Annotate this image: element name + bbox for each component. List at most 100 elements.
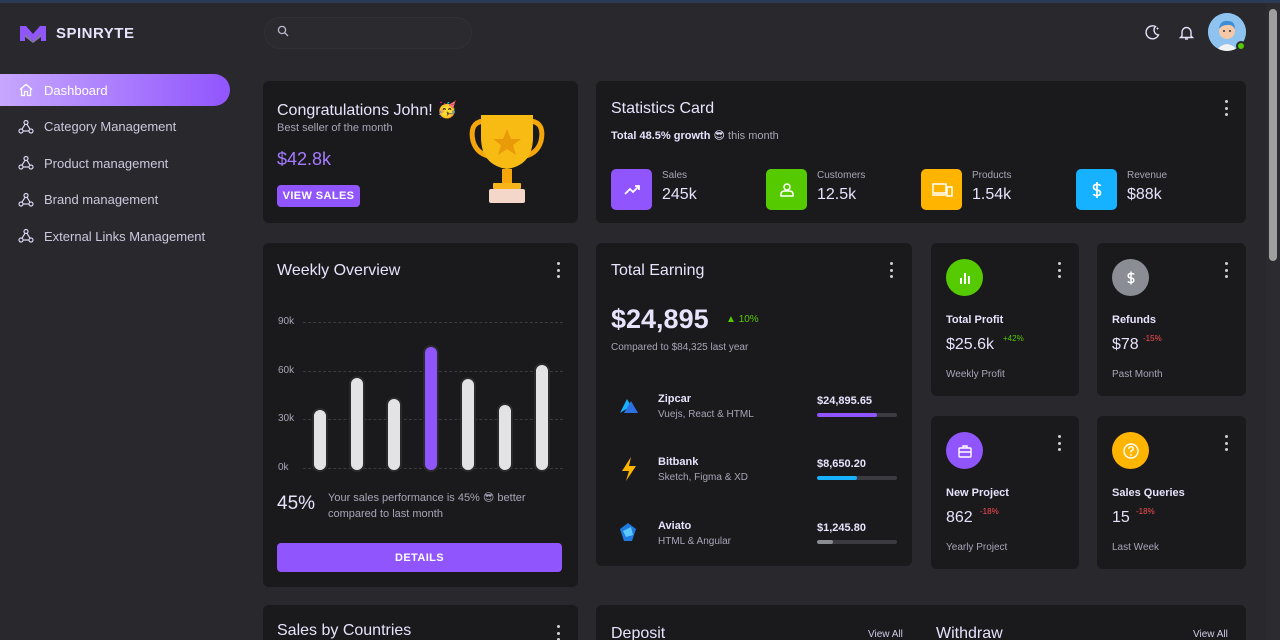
- search-bar[interactable]: [264, 17, 472, 49]
- page-scrollbar[interactable]: [1266, 3, 1280, 640]
- growth-rest: this month: [728, 130, 779, 142]
- card-value: $25.6k: [946, 336, 995, 353]
- card-subtitle: Weekly Profit: [946, 369, 1005, 380]
- aviato-logo-icon: [617, 521, 639, 548]
- chart-bar[interactable]: [534, 362, 551, 472]
- stat-value: 245k: [662, 186, 697, 203]
- chart-bar[interactable]: [385, 396, 402, 472]
- deposit-title: Deposit: [611, 625, 666, 640]
- y-tick-label: 30k: [278, 413, 295, 425]
- sidebar-item-label: Category Management: [44, 119, 177, 134]
- growth-emoji: 😎: [713, 130, 725, 142]
- earning-amount: $24,895: [611, 304, 709, 334]
- chart-bar[interactable]: [497, 403, 514, 472]
- chart-bar[interactable]: [348, 375, 365, 472]
- sidebar-item-label: Dashboard: [44, 82, 108, 98]
- earning-item-tech: HTML & Angular: [658, 536, 731, 547]
- sidebar-item-product-management[interactable]: Product management: [0, 147, 230, 179]
- card-delta: -15%: [1143, 334, 1162, 343]
- notifications-bell-icon[interactable]: [1176, 22, 1196, 42]
- search-icon: [277, 24, 289, 42]
- y-tick-label: 90k: [278, 316, 295, 327]
- card-subtitle: Yearly Project: [946, 542, 1008, 553]
- help-circle-icon: [1112, 432, 1149, 469]
- performance-percent: 45%: [277, 493, 316, 514]
- online-status-dot: [1236, 41, 1246, 51]
- trophy-icon: [469, 115, 545, 203]
- more-options-icon[interactable]: [888, 262, 894, 278]
- stat-label: Products: [972, 170, 1012, 181]
- dollar-icon: [1076, 169, 1117, 210]
- chart-bar[interactable]: [423, 344, 439, 472]
- total-earning-card: Total Earning $24,895 ▲ 10% Compared to …: [596, 243, 912, 566]
- card-title: Refunds: [1112, 314, 1156, 326]
- card-subtitle: Past Month: [1112, 369, 1163, 380]
- more-options-icon[interactable]: [1056, 262, 1062, 278]
- details-button[interactable]: DETAILS: [277, 543, 562, 572]
- scrollbar-thumb[interactable]: [1269, 9, 1277, 261]
- home-icon: [18, 82, 34, 98]
- earning-item-bitbank[interactable]: Bitbank Sketch, Figma & XD $8,650.20: [612, 452, 898, 492]
- brand-logo[interactable]: SPINRYTE: [18, 23, 134, 43]
- earning-item-name: Aviato: [658, 520, 692, 532]
- stat-revenue: Revenue $88k: [1076, 169, 1167, 210]
- theme-toggle-moon-icon[interactable]: [1142, 22, 1162, 42]
- card-title: Sales Queries: [1112, 487, 1185, 499]
- chart-bar[interactable]: [311, 407, 328, 472]
- growth-bold: Total 48.5% growth: [611, 130, 711, 142]
- user-icon: [766, 169, 807, 210]
- growth-text: Total 48.5% growth 😎 this month: [611, 129, 779, 142]
- share-icon: [18, 119, 34, 135]
- card-delta: -18%: [1136, 507, 1155, 516]
- stat-value: $88k: [1127, 186, 1162, 203]
- performance-text: Your sales performance is 45% 😎 better c…: [328, 490, 526, 522]
- share-icon: [18, 228, 34, 244]
- total-profit-card: Total Profit $25.6k +42% Weekly Profit: [931, 243, 1079, 396]
- statistics-title: Statistics Card: [611, 100, 715, 117]
- withdraw-view-all-link[interactable]: View All: [1193, 629, 1228, 640]
- more-options-icon[interactable]: [555, 625, 561, 640]
- weekly-overview-card: Weekly Overview 90k 60k 30k 0k 45% Your sal…: [263, 243, 578, 587]
- earning-compare: Compared to $84,325 last year: [611, 342, 749, 353]
- earning-item-aviato[interactable]: Aviato HTML & Angular $1,245.80: [612, 516, 898, 556]
- y-tick-label: 0k: [278, 462, 289, 473]
- earning-progress-track: [817, 413, 897, 417]
- dollar-icon: [1112, 259, 1149, 296]
- share-icon: [18, 155, 34, 171]
- briefcase-icon: [946, 432, 983, 469]
- caret-up-icon: ▲: [726, 314, 736, 325]
- statistics-card: Statistics Card Total 48.5% growth 😎 thi…: [596, 81, 1246, 223]
- card-title: New Project: [946, 487, 1009, 499]
- search-input[interactable]: [297, 25, 457, 41]
- sidebar-item-brand-management[interactable]: Brand management: [0, 184, 230, 216]
- more-options-icon[interactable]: [1223, 262, 1229, 278]
- sidebar-item-external-links-management[interactable]: External Links Management: [0, 220, 230, 252]
- grid-line: [303, 322, 563, 323]
- sidebar-item-category-management[interactable]: Category Management: [0, 111, 230, 143]
- earning-progress-track: [817, 540, 897, 544]
- more-options-icon[interactable]: [1056, 435, 1062, 451]
- sales-queries-card: Sales Queries 15 -18% Last Week: [1097, 416, 1246, 569]
- earning-item-zipcar[interactable]: Zipcar Vuejs, React & HTML $24,895.65: [612, 389, 898, 429]
- card-subtitle: Last Week: [1112, 542, 1160, 553]
- earning-progress-fill: [817, 476, 857, 480]
- sidebar-item-label: Product management: [44, 155, 169, 171]
- card-delta: -18%: [980, 507, 999, 516]
- earning-item-name: Zipcar: [658, 393, 692, 405]
- chart-bar[interactable]: [460, 377, 477, 472]
- lightning-icon: [620, 456, 638, 487]
- total-earning-title: Total Earning: [611, 262, 705, 279]
- sales-amount: $42.8k: [277, 149, 332, 169]
- stat-products: Products 1.54k: [921, 169, 1011, 210]
- earning-delta: ▲ 10%: [726, 314, 759, 325]
- congratulations-card: Congratulations John! 🥳 Best seller of t…: [263, 81, 578, 223]
- deposit-view-all-link[interactable]: View All: [868, 629, 903, 640]
- more-options-icon[interactable]: [1223, 100, 1229, 116]
- view-sales-button[interactable]: VIEW SALES: [277, 185, 360, 207]
- chart-bar-icon: [946, 259, 983, 296]
- card-value: 15: [1112, 509, 1130, 526]
- more-options-icon[interactable]: [1223, 435, 1229, 451]
- sidebar-item-dashboard[interactable]: Dashboard: [0, 74, 230, 106]
- trending-up-icon: [611, 169, 652, 210]
- sidebar: SPINRYTE Dashboard Category Management P…: [0, 3, 240, 640]
